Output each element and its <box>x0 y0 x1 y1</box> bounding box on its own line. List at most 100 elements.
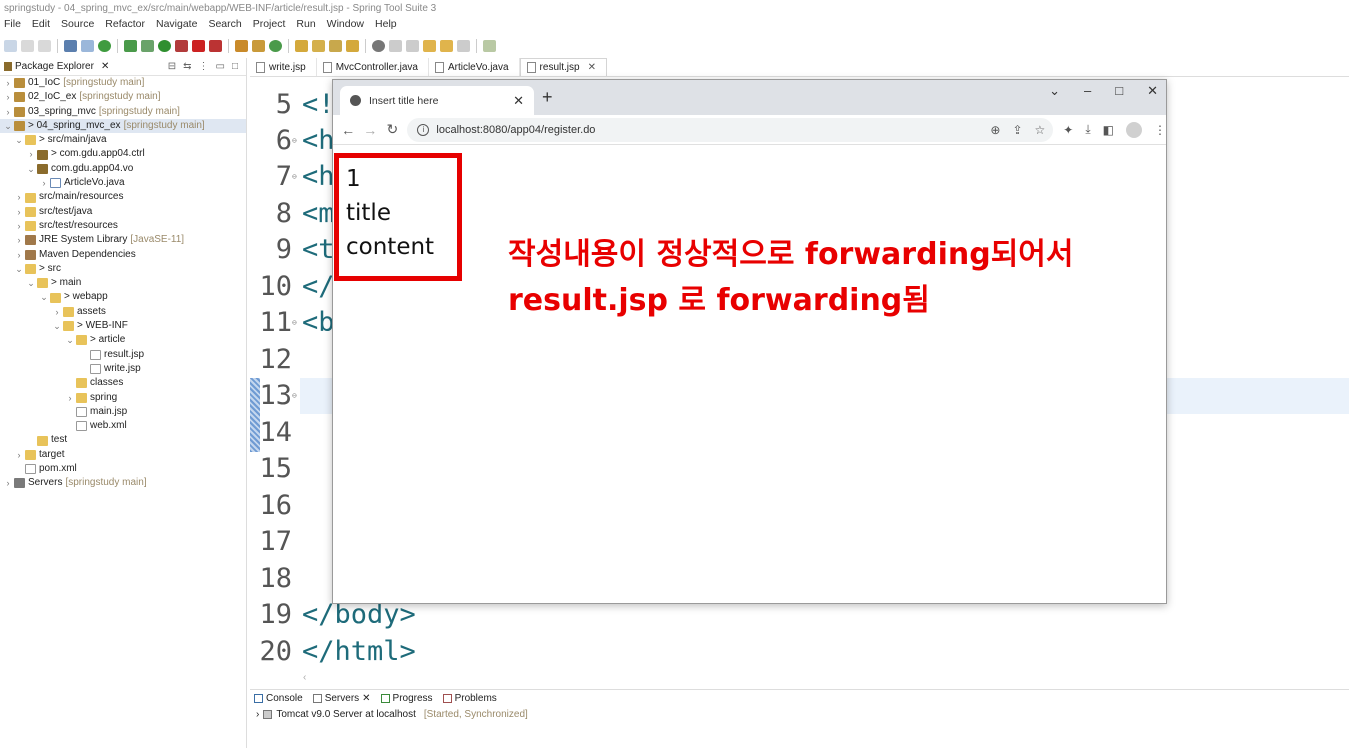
menu-run[interactable]: Run <box>296 18 315 34</box>
perspective-icon[interactable] <box>483 40 496 52</box>
tree-item-vo-package[interactable]: ⌄ com.gdu.app04.vo <box>0 162 246 176</box>
tree-item-web-xml[interactable]: web.xml <box>0 419 246 433</box>
tab-servers[interactable]: Servers ✕ <box>312 693 371 704</box>
tree-item-target[interactable]: › target <box>0 448 246 462</box>
fold-icon[interactable]: ⊖ <box>292 172 300 181</box>
last-edit-icon[interactable] <box>423 40 436 52</box>
tab-progress[interactable]: Progress <box>380 693 433 704</box>
reload-icon[interactable]: ↻ <box>381 121 403 138</box>
menu-file[interactable]: File <box>4 18 21 34</box>
tree-item-test[interactable]: test <box>0 433 246 447</box>
open-type-icon[interactable] <box>295 40 308 52</box>
tree-item-03-spring-mvc[interactable]: › 03_spring_mvc [springstudy main] <box>0 105 246 119</box>
run-icon[interactable] <box>158 40 171 52</box>
tree-item-src-test-resources[interactable]: › src/test/resources <box>0 219 246 233</box>
search-icon[interactable] <box>329 40 342 52</box>
menu-search[interactable]: Search <box>208 18 241 34</box>
new-package-icon[interactable] <box>252 40 265 52</box>
tree-item-maven-dependencies[interactable]: › Maven Dependencies <box>0 248 246 262</box>
forward-icon[interactable] <box>457 40 470 52</box>
run-external-icon[interactable] <box>175 40 188 52</box>
collapse-all-icon[interactable]: ⊟ <box>168 61 176 72</box>
tree-item-pom-xml[interactable]: pom.xml <box>0 462 246 476</box>
extensions-icon[interactable]: ✦ <box>1063 123 1073 137</box>
new-class-icon[interactable] <box>269 40 282 52</box>
scroll-left-icon[interactable]: ‹ <box>303 672 306 683</box>
minimize-icon[interactable]: ▭ <box>216 61 225 72</box>
tab-problems[interactable]: Problems <box>442 693 497 704</box>
close-icon[interactable]: ✕ <box>362 693 370 704</box>
fold-icon[interactable]: ⊖ <box>292 136 300 145</box>
open-folder-icon[interactable] <box>346 40 359 52</box>
browser-menu-icon[interactable]: ⋮ <box>1154 123 1166 137</box>
menu-source[interactable]: Source <box>61 18 94 34</box>
spring-icon[interactable] <box>98 40 111 52</box>
stop-icon[interactable] <box>192 40 205 52</box>
tab-articlevo-java[interactable]: ArticleVo.java <box>429 58 520 76</box>
back-arrow-icon[interactable]: ← <box>337 122 359 138</box>
new-tab-icon[interactable]: + <box>542 87 553 108</box>
tree-item-web-inf[interactable]: ⌄ > WEB-INF <box>0 319 246 333</box>
tab-search-icon[interactable]: ⌄ <box>1049 83 1060 99</box>
tab-mvccontroller-java[interactable]: MvcController.java <box>317 58 429 76</box>
close-window-icon[interactable]: ✕ <box>1147 83 1158 99</box>
web-browser-icon[interactable] <box>372 40 385 52</box>
share-icon[interactable]: ⇪ <box>1012 123 1022 137</box>
tree-item-src-main-resources[interactable]: › src/main/resources <box>0 190 246 204</box>
save-icon[interactable] <box>21 40 34 52</box>
profile-avatar[interactable] <box>1126 121 1142 138</box>
tree-item-write-jsp[interactable]: write.jsp <box>0 362 246 376</box>
new-project-icon[interactable] <box>235 40 248 52</box>
package-explorer-tab[interactable]: Package Explorer ✕ <box>4 61 109 72</box>
side-panel-icon[interactable]: ◧ <box>1103 123 1114 137</box>
tree-item-02-ioc-ex[interactable]: › 02_IoC_ex [springstudy main] <box>0 90 246 104</box>
toggle-icon[interactable] <box>81 40 94 52</box>
maximize-icon[interactable]: □ <box>232 61 238 72</box>
tree-item-servers[interactable]: › Servers [springstudy main] <box>0 476 246 490</box>
bookmark-star-icon[interactable]: ☆ <box>1035 123 1046 137</box>
tree-item-assets[interactable]: › assets <box>0 305 246 319</box>
filter-icon[interactable]: ⋮ <box>199 61 209 72</box>
tree-item-article[interactable]: ⌄ > article <box>0 333 246 347</box>
back-icon[interactable] <box>440 40 453 52</box>
refresh-icon[interactable] <box>124 40 137 52</box>
close-tab-icon[interactable]: ✕ <box>513 93 524 109</box>
menu-project[interactable]: Project <box>253 18 286 34</box>
address-bar[interactable]: i localhost:8080/app04/register.do ⊕ ⇪ ☆ <box>407 117 1054 142</box>
menu-navigate[interactable]: Navigate <box>156 18 197 34</box>
terminal-icon[interactable] <box>64 40 77 52</box>
tab-write-jsp[interactable]: write.jsp <box>250 58 317 76</box>
server-entry[interactable]: › Tomcat v9.0 Server at localhost [Start… <box>256 709 528 720</box>
tree-item-ctrl-package[interactable]: › > com.gdu.app04.ctrl <box>0 147 246 161</box>
tree-item-src-test-java[interactable]: › src/test/java <box>0 205 246 219</box>
menu-refactor[interactable]: Refactor <box>105 18 145 34</box>
tree-item-webapp[interactable]: ⌄ > webapp <box>0 290 246 304</box>
tree-item-jre-library[interactable]: › JRE System Library [JavaSE-11] <box>0 233 246 247</box>
fold-icon[interactable]: ⊖ <box>292 318 300 327</box>
link-editor-icon[interactable]: ⇆ <box>183 61 191 72</box>
deploy-icon[interactable] <box>209 40 222 52</box>
tree-item-articlevo-java[interactable]: › ArticleVo.java <box>0 176 246 190</box>
minimize-icon[interactable]: – <box>1084 83 1091 99</box>
download-icon[interactable]: ⤓ <box>1085 122 1090 137</box>
forward-arrow-icon[interactable]: → <box>359 122 381 138</box>
tab-result-jsp[interactable]: result.jsp ✕ <box>519 58 607 76</box>
menu-edit[interactable]: Edit <box>32 18 50 34</box>
next-annotation-icon[interactable] <box>406 40 419 52</box>
browser-tab[interactable]: Insert title here ✕ <box>340 86 534 115</box>
fold-icon[interactable]: ⊖ <box>292 391 300 400</box>
annotation-icon[interactable] <box>389 40 402 52</box>
tree-item-main[interactable]: ⌄ > main <box>0 276 246 290</box>
tree-item-04-spring-mvc-ex[interactable]: ⌄ > 04_spring_mvc_ex [springstudy main] <box>0 118 246 134</box>
tree-item-classes[interactable]: classes <box>0 376 246 390</box>
close-icon[interactable]: ✕ <box>588 62 596 73</box>
new-icon[interactable] <box>4 40 17 52</box>
menu-help[interactable]: Help <box>375 18 397 34</box>
tree-item-01-ioc[interactable]: › 01_IoC [springstudy main] <box>0 76 246 90</box>
save-all-icon[interactable] <box>38 40 51 52</box>
expand-icon[interactable]: › <box>256 709 259 720</box>
maximize-icon[interactable]: □ <box>1115 83 1123 99</box>
tree-item-src-main-java[interactable]: ⌄ > src/main/java <box>0 133 246 147</box>
zoom-icon[interactable]: ⊕ <box>990 123 1000 137</box>
menu-window[interactable]: Window <box>327 18 364 34</box>
